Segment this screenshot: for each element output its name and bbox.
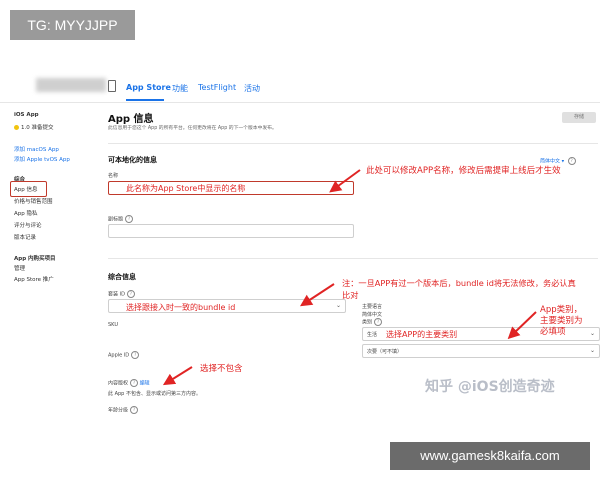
arrow-category-note bbox=[507, 311, 537, 340]
zhihu-watermark: 知乎 @iOS创造奇迹 bbox=[425, 379, 555, 395]
arrow-bundle-note bbox=[299, 283, 335, 307]
arrow-content-note bbox=[162, 366, 193, 386]
arrow-name-note bbox=[329, 169, 361, 193]
site-watermark: www.gamesk8kaifa.com bbox=[390, 442, 590, 470]
annotation-arrows bbox=[162, 169, 537, 386]
